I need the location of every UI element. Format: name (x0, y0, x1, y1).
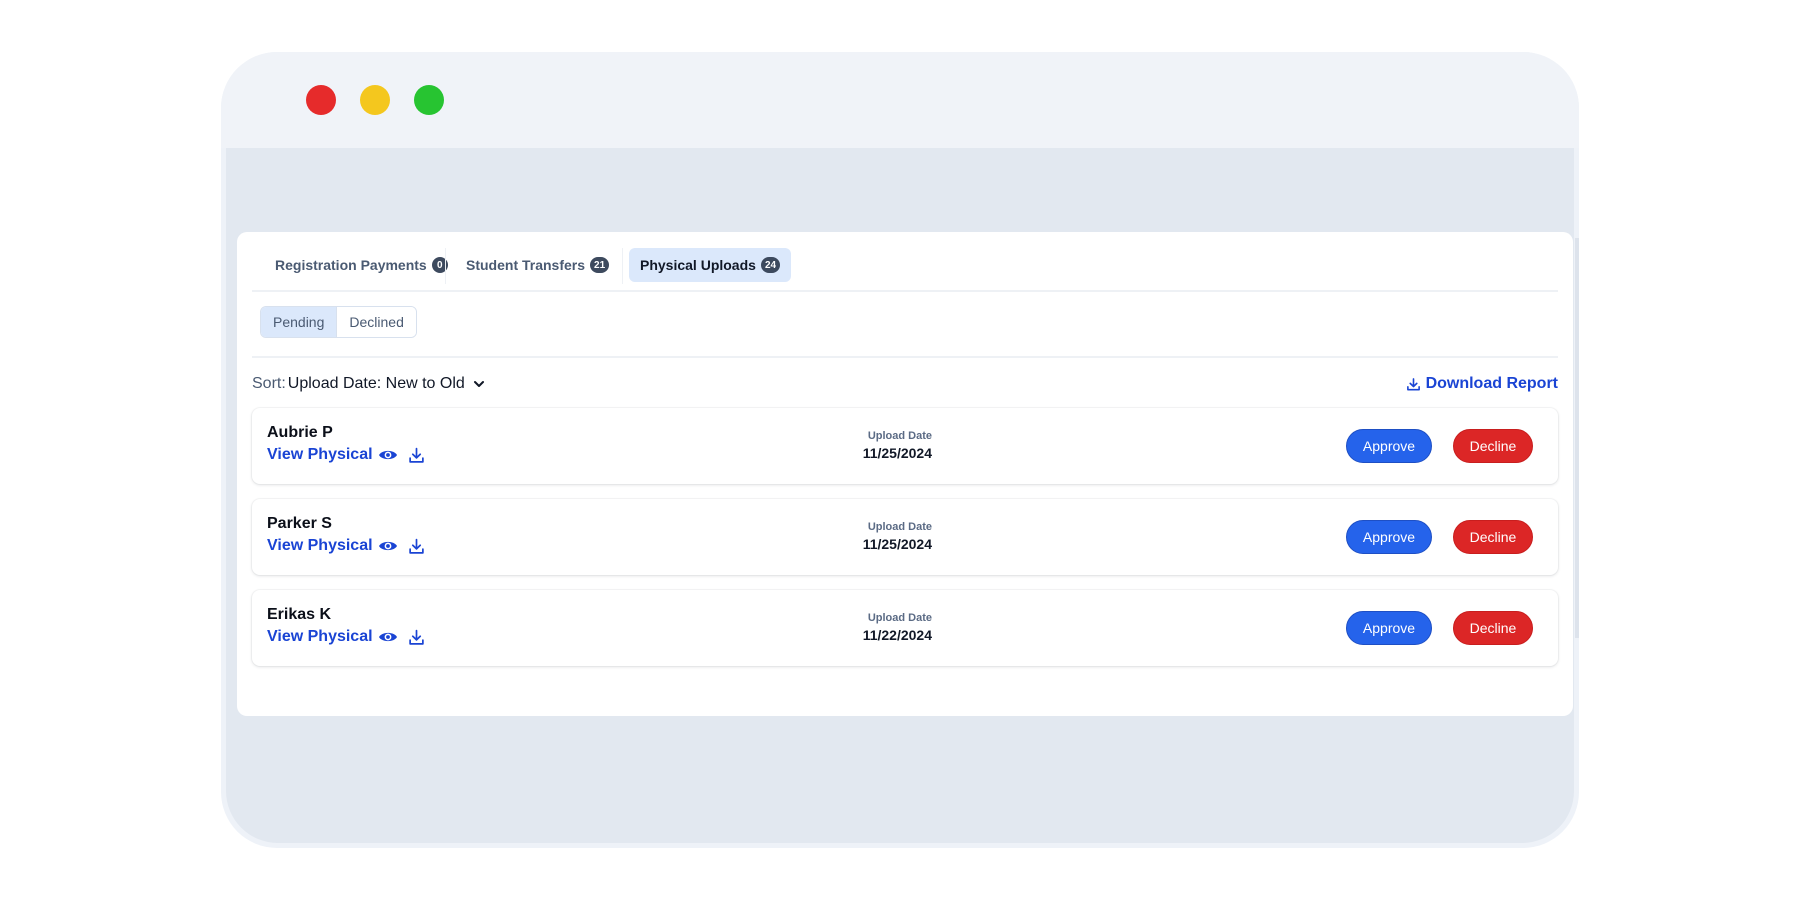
scrollbar[interactable] (1575, 238, 1579, 638)
sort-row: Sort: Upload Date: New to Old Download R… (252, 372, 1558, 396)
sort-value: Upload Date: New to Old (287, 375, 465, 392)
download-icon[interactable] (408, 538, 425, 555)
app-window: Registration Payments 0 Student Transfer… (221, 52, 1579, 848)
upload-date-label: Upload Date (867, 521, 932, 533)
count-badge: 24 (760, 257, 781, 273)
content-area: Registration Payments 0 Student Transfer… (226, 148, 1579, 843)
decline-button[interactable]: Decline (1453, 520, 1533, 554)
view-physical-link[interactable]: View Physical (267, 628, 373, 646)
tab-student-transfers[interactable]: Student Transfers 21 (455, 248, 620, 282)
list-item: Parker S View Physical Upload Date 11/25… (252, 499, 1558, 575)
download-report-link[interactable]: Download Report (1406, 375, 1558, 393)
upload-date-label: Upload Date (867, 430, 932, 442)
tab-divider (622, 248, 623, 284)
approve-button[interactable]: Approve (1346, 429, 1432, 463)
student-name: Erikas K (267, 606, 332, 623)
decline-button[interactable]: Decline (1453, 429, 1533, 463)
download-icon (1406, 377, 1420, 390)
sort-dropdown[interactable]: Upload Date: New to Old (288, 375, 485, 393)
filter-declined[interactable]: Declined (337, 307, 416, 337)
count-badge: 21 (590, 257, 610, 273)
eye-icon[interactable] (378, 539, 398, 553)
upload-date: 11/25/2024 (862, 445, 932, 461)
tab-bar: Registration Payments 0 Student Transfer… (252, 248, 1558, 292)
view-physical-link[interactable]: View Physical (267, 537, 373, 555)
minimize-window-button[interactable] (360, 85, 390, 115)
approve-button[interactable]: Approve (1346, 611, 1432, 645)
download-report-label: Download Report (1425, 375, 1558, 392)
divider (252, 356, 1558, 358)
list-item: Aubrie P View Physical Upload Date 11/25… (252, 408, 1558, 484)
tab-physical-uploads[interactable]: Physical Uploads 24 (629, 248, 792, 282)
tab-label: Student Transfers (466, 257, 586, 273)
title-bar (221, 52, 1579, 148)
eye-icon[interactable] (378, 630, 398, 644)
download-icon[interactable] (408, 629, 425, 646)
tab-label: Physical Uploads (640, 257, 756, 273)
close-window-button[interactable] (306, 85, 336, 115)
sort-label: Sort: (252, 375, 286, 392)
list-item: Erikas K View Physical Upload Date 11/22… (252, 590, 1558, 666)
maximize-window-button[interactable] (414, 85, 444, 115)
tab-divider (445, 248, 446, 284)
upload-date: 11/25/2024 (862, 536, 932, 552)
decline-button[interactable]: Decline (1453, 611, 1533, 645)
tab-registration-payments[interactable]: Registration Payments 0 (264, 248, 459, 282)
view-physical-link[interactable]: View Physical (267, 446, 373, 464)
upload-date: 11/22/2024 (862, 627, 932, 643)
filter-pending[interactable]: Pending (261, 307, 338, 337)
upload-date-label: Upload Date (867, 612, 932, 624)
student-name: Parker S (267, 515, 332, 532)
approve-button[interactable]: Approve (1346, 520, 1432, 554)
chevron-down-icon (473, 381, 484, 387)
eye-icon[interactable] (378, 448, 398, 462)
approvals-card: Registration Payments 0 Student Transfer… (237, 232, 1579, 716)
download-icon[interactable] (408, 447, 425, 464)
tab-label: Registration Payments (275, 257, 427, 273)
student-name: Aubrie P (267, 424, 333, 441)
status-filter: Pending Declined (260, 306, 417, 338)
